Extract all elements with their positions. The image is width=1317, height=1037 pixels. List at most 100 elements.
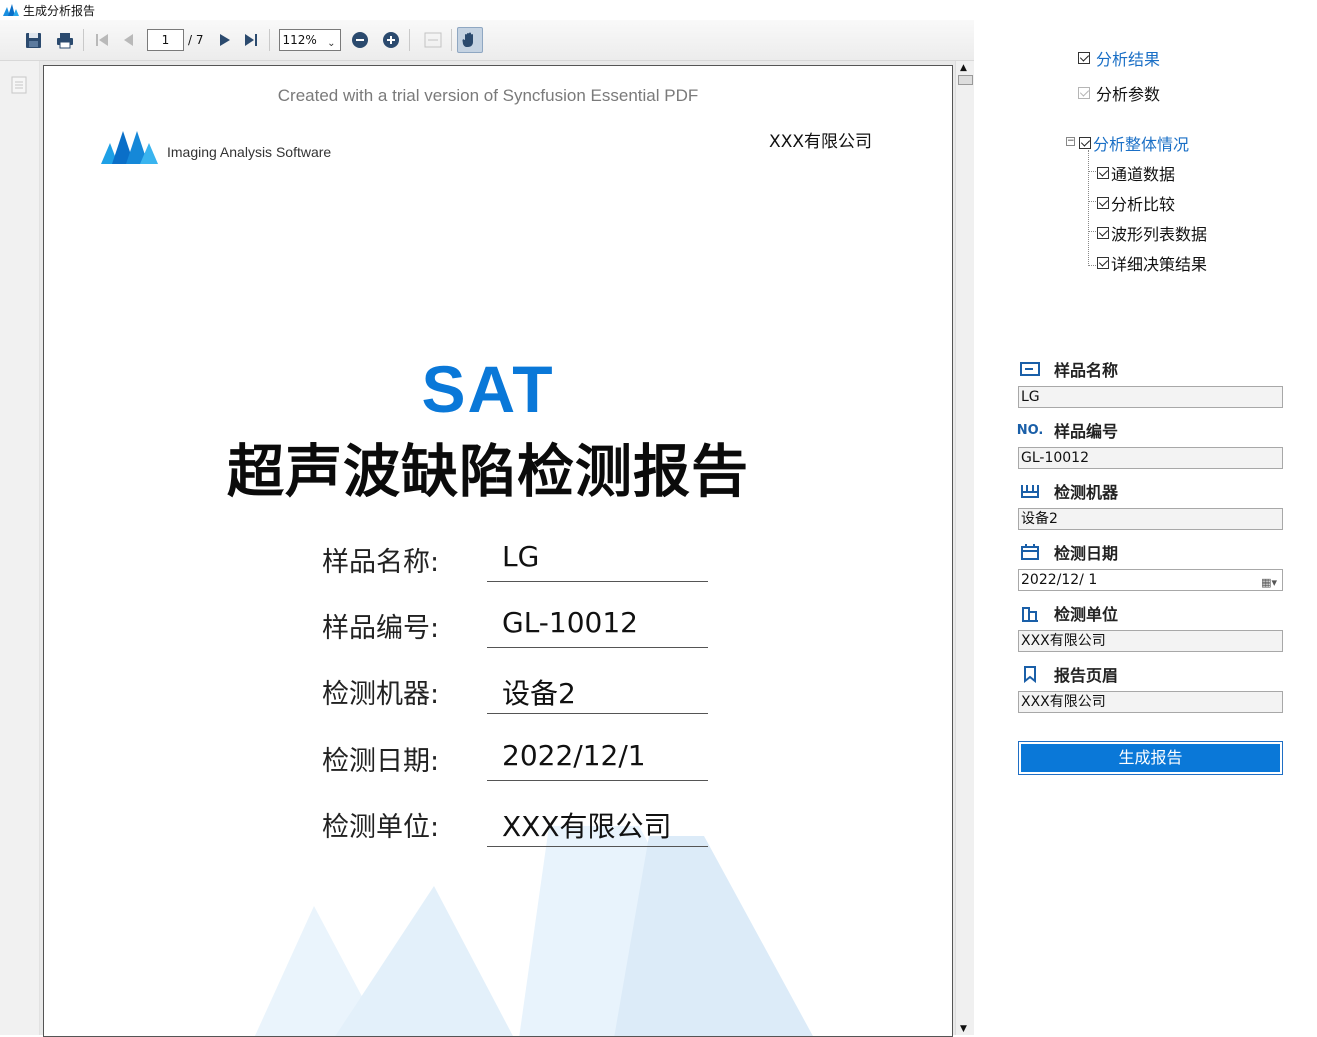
field-underline bbox=[487, 780, 708, 781]
zoom-value: 112% bbox=[282, 33, 317, 47]
scrollbar-thumb[interactable] bbox=[958, 75, 973, 85]
scroll-up-icon[interactable]: ▲ bbox=[960, 63, 967, 73]
option-decision-result[interactable]: 详细决策结果 bbox=[1097, 251, 1207, 275]
pdf-page: Created with a trial version of Syncfusi… bbox=[43, 65, 953, 1037]
fit-width-icon bbox=[424, 32, 441, 48]
pdf-toolbar: 1 / 7 112% ⌄ bbox=[0, 20, 974, 61]
option-analysis-params[interactable]: 分析参数 bbox=[1078, 81, 1160, 105]
window-title: 生成分析报告 bbox=[23, 3, 96, 18]
toolbar-separator bbox=[450, 29, 452, 51]
save-button[interactable] bbox=[20, 27, 46, 53]
checkbox[interactable] bbox=[1097, 167, 1109, 179]
collapse-icon[interactable]: − bbox=[1066, 137, 1075, 146]
option-overall[interactable]: 分析整体情况 bbox=[1079, 131, 1189, 155]
tree-line bbox=[1088, 150, 1089, 266]
option-label: 详细决策结果 bbox=[1111, 255, 1208, 274]
thumbnail-icon[interactable] bbox=[11, 76, 27, 94]
checkbox[interactable] bbox=[1097, 227, 1109, 239]
chevron-down-icon: ⌄ bbox=[327, 38, 336, 49]
field-underline bbox=[487, 846, 708, 847]
unit-input[interactable]: XXX有限公司 bbox=[1018, 630, 1283, 652]
previous-page-button[interactable] bbox=[115, 27, 141, 53]
pan-tool-button[interactable] bbox=[456, 27, 483, 53]
report-field-value: GL-10012 bbox=[502, 606, 638, 639]
zoom-in-icon bbox=[382, 32, 399, 48]
print-button[interactable] bbox=[52, 27, 78, 53]
checkbox[interactable] bbox=[1079, 137, 1091, 149]
report-sat-title: SAT bbox=[421, 352, 555, 426]
report-field-row: 检测机器: 设备2 bbox=[322, 666, 722, 716]
tree-line bbox=[1088, 231, 1096, 232]
option-label: 波形列表数据 bbox=[1111, 225, 1208, 244]
field-underline bbox=[487, 713, 708, 714]
field-label-text: 报告页眉 bbox=[1054, 666, 1119, 685]
watermark-logo bbox=[254, 826, 813, 1036]
option-analysis-compare[interactable]: 分析比较 bbox=[1097, 191, 1175, 215]
company-header: XXX有限公司 bbox=[769, 132, 872, 152]
option-label: 分析整体情况 bbox=[1093, 135, 1190, 154]
checkbox[interactable] bbox=[1097, 197, 1109, 209]
field-label-text: 检测日期 bbox=[1054, 544, 1119, 563]
checkbox[interactable] bbox=[1078, 52, 1090, 64]
checkbox[interactable] bbox=[1078, 87, 1090, 99]
option-channel-data[interactable]: 通道数据 bbox=[1097, 161, 1175, 185]
report-field-row: 样品名称: LG bbox=[322, 534, 722, 584]
current-page-input[interactable]: 1 bbox=[147, 29, 184, 51]
trial-notice: Created with a trial version of Syncfusi… bbox=[277, 86, 699, 105]
field-label-text: 样品名称 bbox=[1054, 361, 1119, 380]
report-field-label: 检测单位: bbox=[322, 812, 440, 843]
report-title: 超声波缺陷检测报告 bbox=[227, 439, 749, 505]
field-label-text: 样品编号 bbox=[1054, 422, 1119, 441]
header-input[interactable]: XXX有限公司 bbox=[1018, 691, 1283, 713]
fit-width-button[interactable] bbox=[420, 27, 446, 53]
zoom-in-button[interactable] bbox=[378, 27, 404, 53]
report-field-value: 设备2 bbox=[502, 677, 576, 710]
zoom-out-button[interactable] bbox=[347, 27, 373, 53]
generate-report-button[interactable]: 生成报告 bbox=[1018, 741, 1283, 775]
next-page-button[interactable] bbox=[212, 27, 238, 53]
zoom-select[interactable]: 112% ⌄ bbox=[278, 29, 341, 51]
checkbox[interactable] bbox=[1097, 257, 1109, 269]
next-page-icon bbox=[219, 34, 230, 46]
toolbar-separator bbox=[408, 29, 410, 51]
option-label: 通道数据 bbox=[1111, 165, 1176, 184]
option-analysis-result[interactable]: 分析结果 bbox=[1078, 46, 1160, 70]
option-label: 分析结果 bbox=[1096, 50, 1161, 69]
hand-icon bbox=[461, 32, 473, 47]
unit-label: 检测单位 bbox=[1018, 601, 1118, 625]
report-field-row: 检测单位: XXX有限公司 bbox=[322, 799, 722, 849]
sample-no-label: NO. 样品编号 bbox=[1016, 418, 1119, 442]
calendar-dropdown-icon[interactable]: ▦▾ bbox=[1261, 573, 1277, 593]
toolbar-separator bbox=[268, 29, 270, 51]
total-pages-label: / 7 bbox=[188, 33, 204, 47]
report-field-value: LG bbox=[502, 540, 540, 573]
toolbar-separator bbox=[83, 29, 84, 51]
logo-text: Imaging Analysis Software bbox=[167, 144, 332, 160]
scroll-down-icon[interactable]: ▼ bbox=[960, 1024, 967, 1034]
tree-line bbox=[1088, 201, 1096, 202]
field-underline bbox=[487, 647, 708, 648]
tree-line bbox=[1088, 171, 1096, 172]
field-underline bbox=[487, 581, 708, 582]
print-icon bbox=[57, 32, 73, 48]
option-waveform-list[interactable]: 波形列表数据 bbox=[1097, 221, 1207, 245]
last-page-icon bbox=[244, 34, 257, 46]
option-label: 分析参数 bbox=[1096, 85, 1161, 104]
sample-name-input[interactable]: LG bbox=[1018, 386, 1283, 408]
report-field-row: 检测日期: 2022/12/1 bbox=[322, 733, 722, 783]
machine-input[interactable]: 设备2 bbox=[1018, 508, 1283, 530]
last-page-button[interactable] bbox=[238, 27, 264, 53]
sample-no-input[interactable]: GL-10012 bbox=[1018, 447, 1283, 469]
report-field-value: 2022/12/1 bbox=[502, 739, 646, 772]
date-value: 2022/12/ 1 bbox=[1021, 572, 1098, 588]
date-picker[interactable]: 2022/12/ 1 ▦▾ bbox=[1018, 569, 1283, 591]
previous-page-icon bbox=[124, 34, 133, 46]
machine-label: 检测机器 bbox=[1018, 479, 1118, 503]
first-page-button[interactable] bbox=[89, 27, 115, 53]
generate-report-label: 生成报告 bbox=[1021, 744, 1280, 772]
number-icon: NO. bbox=[1016, 422, 1044, 438]
first-page-icon bbox=[96, 34, 108, 46]
id-card-icon bbox=[1019, 360, 1041, 378]
pdf-viewer[interactable]: Created with a trial version of Syncfusi… bbox=[0, 61, 974, 1037]
vertical-scrollbar[interactable]: ▲ ▼ bbox=[955, 61, 974, 1035]
